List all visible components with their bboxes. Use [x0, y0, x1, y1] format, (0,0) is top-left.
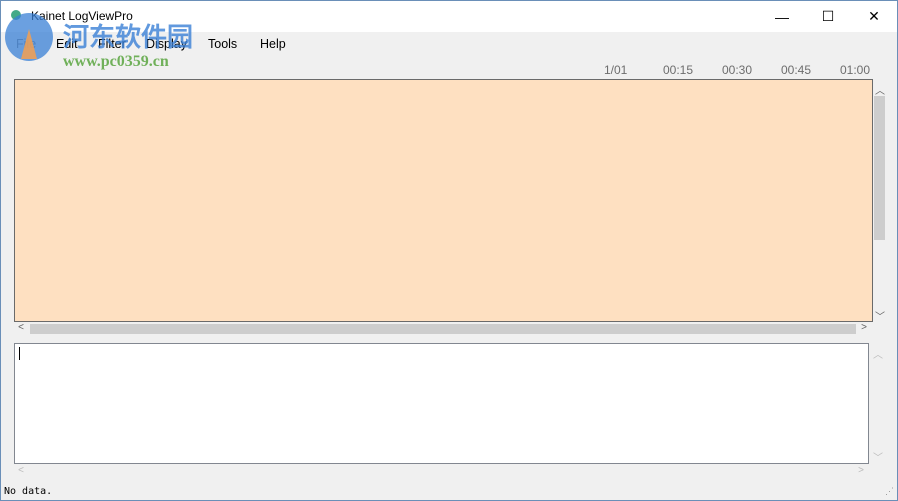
menu-filter[interactable]: Filter: [98, 37, 126, 51]
close-button[interactable]: ✕: [851, 1, 897, 32]
menu-edit[interactable]: Edit: [56, 37, 78, 51]
log-view-pane[interactable]: [14, 79, 873, 322]
scroll-up-icon[interactable]: ︿: [871, 346, 885, 361]
scroll-down-icon[interactable]: ﹀: [871, 449, 885, 464]
log-horizontal-scrollbar[interactable]: < >: [14, 322, 873, 336]
menu-tools[interactable]: Tools: [208, 37, 237, 51]
scroll-left-icon[interactable]: <: [14, 465, 28, 476]
maximize-button[interactable]: ☐: [805, 1, 851, 32]
timeline-tick: 00:30: [722, 63, 753, 77]
detail-text-area[interactable]: [14, 343, 869, 464]
scroll-up-icon[interactable]: ︿: [873, 82, 887, 97]
scrollbar-thumb[interactable]: [874, 96, 885, 240]
timeline-tick: 01:00: [840, 63, 871, 77]
timeline-tick: 00:45: [781, 63, 812, 77]
resize-grip-icon[interactable]: ⋰: [885, 486, 894, 497]
window-title: Kainet LogViewPro: [31, 9, 133, 23]
minimize-button[interactable]: —: [759, 1, 805, 32]
scroll-right-icon[interactable]: >: [854, 465, 868, 476]
title-bar: Kainet LogViewPro — ☐ ✕: [1, 1, 897, 32]
timeline-tick: 00:15: [663, 63, 694, 77]
scroll-right-icon[interactable]: >: [857, 322, 871, 333]
log-vertical-scrollbar[interactable]: ︿ ﹀: [873, 79, 887, 323]
text-caret: [19, 347, 20, 360]
app-icon: [11, 10, 21, 20]
menu-display[interactable]: Display: [146, 37, 187, 51]
scroll-down-icon[interactable]: ﹀: [873, 308, 887, 323]
menu-help[interactable]: Help: [260, 37, 286, 51]
menu-bar: File Edit Filter Display Tools Help: [1, 32, 897, 54]
scroll-left-icon[interactable]: <: [14, 322, 28, 333]
scrollbar-thumb[interactable]: [30, 324, 856, 334]
status-text: No data.: [4, 486, 53, 497]
timeline-tick: 1/01: [604, 63, 628, 77]
menu-file[interactable]: File: [16, 37, 36, 51]
